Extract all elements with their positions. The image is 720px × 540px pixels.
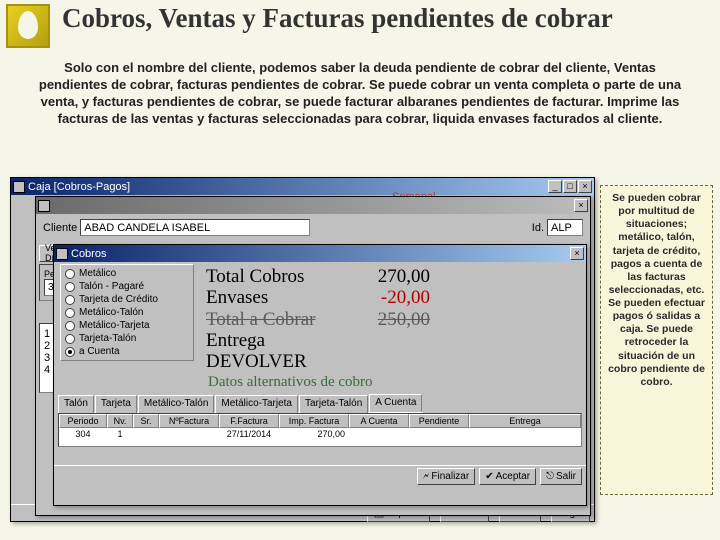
- col-imp[interactable]: Imp. Factura: [279, 414, 349, 428]
- radio-a-cuenta[interactable]: a Cuenta: [63, 345, 191, 358]
- tab-talon[interactable]: Talón: [58, 395, 94, 413]
- payment-type-radios: Metálico Talón - Pagaré Tarjeta de Crédi…: [60, 264, 194, 361]
- tab-a-cuenta[interactable]: A Cuenta: [369, 394, 422, 412]
- finalizar-button[interactable]: 🗲Finalizar: [417, 468, 475, 485]
- window-icon: [38, 200, 50, 212]
- radio-tarjeta-talon[interactable]: Tarjeta-Talón: [63, 332, 191, 345]
- payment-grid[interactable]: Periodo Nv. Sr. NºFactura F.Factura Imp.…: [58, 413, 582, 447]
- minimize-button[interactable]: _: [548, 180, 562, 193]
- tab-tarjeta[interactable]: Tarjeta: [95, 395, 137, 413]
- caja-title-text: Caja [Cobros-Pagos]: [28, 181, 130, 193]
- ok-icon: ✔: [485, 471, 493, 482]
- col-nfactura[interactable]: NºFactura: [159, 414, 219, 428]
- col-pendiente[interactable]: Pendiente: [409, 414, 469, 428]
- radio-metalico-tarjeta[interactable]: Metálico-Tarjeta: [63, 319, 191, 332]
- cell[interactable]: 304: [59, 429, 107, 439]
- cliente-input[interactable]: [80, 219, 310, 236]
- id-input[interactable]: [547, 219, 583, 236]
- payment-tabs: Talón Tarjeta Metálico-Talón Metálico-Ta…: [58, 394, 423, 413]
- radio-metalico-talon[interactable]: Metálico-Talón: [63, 306, 191, 319]
- caja-titlebar[interactable]: Caja [Cobros-Pagos] _ □ ×: [11, 178, 594, 195]
- cobros-titlebar[interactable]: Cobros ×: [54, 245, 586, 262]
- close-button[interactable]: ×: [578, 180, 592, 193]
- ventas-titlebar[interactable]: ×: [36, 197, 590, 214]
- check-icon: 🗲: [423, 471, 430, 482]
- cell[interactable]: 27/11/2014: [219, 429, 279, 439]
- col-ffactura[interactable]: F.Factura: [219, 414, 279, 428]
- app-logo: [6, 4, 50, 48]
- col-acuenta[interactable]: A Cuenta: [349, 414, 409, 428]
- close-button[interactable]: ×: [570, 247, 584, 260]
- radio-metalico[interactable]: Metálico: [63, 267, 191, 280]
- totals-block: Total Cobros270,00 Envases-20,00 Total a…: [206, 266, 430, 372]
- radio-tarjeta[interactable]: Tarjeta de Crédito: [63, 293, 191, 306]
- window-icon: [13, 181, 25, 193]
- close-button[interactable]: ×: [574, 199, 588, 212]
- col-nv[interactable]: Nv.: [107, 414, 133, 428]
- salir-button[interactable]: ⎋Salir: [540, 468, 582, 485]
- side-note: Se pueden cobrar por multitud de situaci…: [600, 185, 713, 495]
- cobros-title-text: Cobros: [71, 248, 106, 260]
- id-label: Id.: [532, 222, 544, 234]
- cell[interactable]: 1: [107, 429, 133, 439]
- tab-metalico-tarjeta[interactable]: Metálico-Tarjeta: [215, 395, 298, 413]
- window-icon: [56, 248, 68, 260]
- cliente-label: Cliente: [43, 222, 77, 234]
- tab-metalico-talon[interactable]: Metálico-Talón: [138, 395, 214, 413]
- cobros-footer: 🗲Finalizar ✔Aceptar ⎋Salir: [54, 465, 586, 487]
- datos-alt-label: Datos alternativos de cobro: [208, 374, 373, 391]
- radio-talon[interactable]: Talón - Pagaré: [63, 280, 191, 293]
- maximize-button[interactable]: □: [563, 180, 577, 193]
- tab-tarjeta-talon[interactable]: Tarjeta-Talón: [299, 395, 368, 413]
- cell[interactable]: 270,00: [279, 429, 349, 439]
- page-title: Cobros, Ventas y Facturas pendientes de …: [62, 3, 710, 34]
- col-entrega[interactable]: Entrega: [469, 414, 581, 428]
- aceptar-button[interactable]: ✔Aceptar: [479, 468, 536, 485]
- page-description: Solo con el nombre del cliente, podemos …: [30, 60, 690, 128]
- cobros-window: Cobros × Metálico Talón - Pagaré Tarjeta…: [53, 244, 587, 506]
- col-sr[interactable]: Sr.: [133, 414, 159, 428]
- col-periodo[interactable]: Periodo: [59, 414, 107, 428]
- exit-icon: ⎋: [546, 471, 554, 482]
